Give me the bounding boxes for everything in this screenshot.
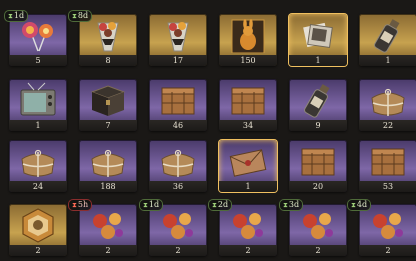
hourglass-icon: ⧗: [72, 201, 77, 209]
item-count: 34: [242, 121, 254, 130]
bottle-icon: [304, 84, 330, 118]
candy-lollipops-icon: [22, 22, 53, 52]
hourglass-icon: ⧗: [351, 201, 356, 209]
tv-set-icon: [20, 82, 56, 116]
expiry-timer: ⧗3d: [279, 199, 304, 211]
item-count: 46: [172, 121, 184, 130]
inventory-grid: 5 ⧗1d 8 ⧗8d 17 150 1 1 1 7 46 34 9 22 24…: [0, 0, 416, 261]
inventory-slot[interactable]: 1: [219, 140, 277, 192]
item-count: 1: [245, 182, 251, 191]
item-count: 1: [35, 121, 41, 130]
inventory-slot[interactable]: 2: [149, 204, 207, 256]
hourglass-icon: ⧗: [212, 201, 217, 209]
hourglass-icon: ⧗: [143, 201, 148, 209]
expiry-timer: ⧗1d: [4, 10, 29, 22]
wooden-crate-icon: [301, 148, 335, 176]
candy-mix-icon: [303, 213, 333, 239]
inventory-slot[interactable]: 17: [149, 14, 207, 66]
inventory-slot[interactable]: 36: [149, 140, 207, 192]
inventory-slot[interactable]: 46: [149, 79, 207, 131]
inventory-slot[interactable]: 150: [219, 14, 277, 66]
inventory-slot[interactable]: 1: [9, 79, 67, 131]
inventory-slot[interactable]: 2: [79, 204, 137, 256]
bottle-icon: [374, 19, 400, 53]
item-count: 53: [382, 182, 394, 191]
wooden-crate-icon: [371, 148, 405, 176]
inventory-slot[interactable]: 2: [219, 204, 277, 256]
inventory-slot[interactable]: 1: [289, 14, 347, 66]
inventory-slot[interactable]: 9: [289, 79, 347, 131]
item-count: 2: [105, 246, 111, 255]
photo-bundle-icon: [303, 22, 333, 48]
inventory-slot[interactable]: 24: [9, 140, 67, 192]
parcel-icon: [21, 149, 55, 177]
item-count: 20: [312, 182, 324, 191]
expiry-timer: ⧗5h: [68, 199, 93, 211]
golden-rabbit-figure-icon: [231, 19, 265, 53]
hexagon-emblem-icon: [22, 208, 54, 243]
parcel-icon: [371, 88, 405, 116]
item-count: 2: [35, 246, 41, 255]
inventory-slot[interactable]: 34: [219, 79, 277, 131]
candy-mix-icon: [373, 213, 403, 239]
item-count: 17: [172, 56, 184, 65]
inventory-slot[interactable]: 2: [9, 204, 67, 256]
inventory-slot[interactable]: 22: [359, 79, 416, 131]
item-count: 5: [35, 56, 41, 65]
expiry-timer: ⧗4d: [347, 199, 372, 211]
hourglass-icon: ⧗: [72, 12, 77, 20]
inventory-slot[interactable]: 20: [289, 140, 347, 192]
item-count: 22: [382, 121, 394, 130]
wooden-crate-icon: [161, 87, 195, 115]
candy-mix-icon: [93, 213, 123, 239]
inventory-slot[interactable]: 2: [359, 204, 416, 256]
inventory-slot[interactable]: 188: [79, 140, 137, 192]
expiry-timer: ⧗1d: [139, 199, 164, 211]
item-count: 7: [105, 121, 111, 130]
hourglass-icon: ⧗: [8, 12, 13, 20]
candy-bouquet-icon: [167, 22, 189, 52]
item-count: 188: [100, 182, 116, 191]
inventory-slot[interactable]: 53: [359, 140, 416, 192]
candy-mix-icon: [233, 213, 263, 239]
parcel-icon: [91, 149, 125, 177]
inventory-slot[interactable]: 2: [289, 204, 347, 256]
parcel-icon: [161, 149, 195, 177]
inventory-slot[interactable]: 1: [359, 14, 416, 66]
item-count: 2: [315, 246, 321, 255]
wooden-crate-icon: [231, 87, 265, 115]
item-count: 24: [32, 182, 44, 191]
item-count: 1: [385, 56, 391, 65]
hourglass-icon: ⧗: [283, 201, 288, 209]
expiry-timer: ⧗2d: [208, 199, 233, 211]
item-count: 36: [172, 182, 184, 191]
inventory-slot[interactable]: 7: [79, 79, 137, 131]
candy-mix-icon: [163, 213, 193, 239]
item-count: 150: [240, 56, 256, 65]
item-count: 2: [245, 246, 251, 255]
dark-chest-icon: [90, 85, 126, 116]
envelope-icon: [229, 149, 267, 177]
item-count: 9: [315, 121, 321, 130]
item-count: 1: [315, 56, 321, 65]
expiry-timer: ⧗8d: [68, 10, 93, 22]
item-count: 2: [175, 246, 181, 255]
item-count: 2: [385, 246, 391, 255]
item-count: 8: [105, 56, 111, 65]
candy-bouquet-icon: [97, 22, 119, 52]
